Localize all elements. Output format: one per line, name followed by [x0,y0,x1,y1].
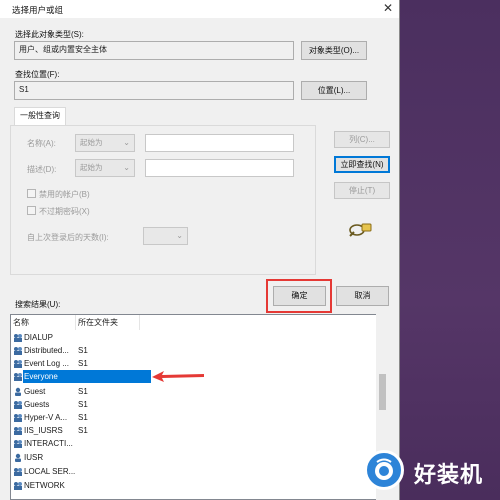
row-name: DIALUP [24,333,53,342]
row-name: Distributed... [24,346,69,355]
group-icon [14,360,22,368]
row-name: INTERACTI... [24,439,73,448]
row-name: NETWORK [24,481,65,490]
list-item[interactable]: Distributed... S1 [11,344,381,357]
row-folder: S1 [78,387,88,396]
columns-button[interactable]: 列(C)... [334,131,390,148]
row-folder: S1 [78,346,88,355]
search-people-icon [349,223,372,237]
group-icon [14,414,22,422]
chevron-down-icon: ⌄ [176,231,183,240]
location-label: 查找位置(F): [15,70,60,79]
annotation-arrow-icon [152,371,204,382]
location-field: S1 [14,81,294,100]
disabled-accounts-checkbox[interactable] [27,189,36,198]
watermark-logo: 好装机 [362,444,496,498]
row-folder: S1 [78,400,88,409]
row-name: LOCAL SER... [24,467,76,476]
days-since-logon-label: 自上次登录后的天数(I): [27,233,109,242]
close-button[interactable]: ✕ [380,1,396,17]
name-input[interactable] [145,134,294,152]
list-item[interactable]: Guests S1 [11,398,381,411]
group-icon [14,468,22,476]
list-item[interactable]: NETWORK [11,479,381,492]
user-icon [15,387,21,396]
list-item[interactable]: LOCAL SER... [11,465,381,478]
watermark-text: 好装机 [414,463,484,488]
search-results-list[interactable]: 名称 所在文件夹 DIALUP Distributed... S1 Event … [10,314,389,500]
group-icon [14,482,22,490]
desktop-background [399,0,500,500]
list-item[interactable]: IUSR [11,451,381,464]
days-since-logon-select[interactable]: ⌄ [143,227,188,245]
non-expiring-password-checkbox[interactable] [27,206,36,215]
row-name: IIS_IUSRS [24,426,63,435]
row-folder: S1 [78,426,88,435]
common-queries-panel: 名称(A): 起始为 ⌄ 描述(D): 起始为 ⌄ 禁用的帐户(B) 不过期密码… [10,125,316,275]
disabled-accounts-label: 禁用的帐户(B) [39,190,90,199]
list-item[interactable]: DIALUP [11,331,381,344]
search-results-label: 搜索结果(U): [15,300,61,309]
row-folder: S1 [78,413,88,422]
row-name: Hyper-V A... [24,413,68,422]
user-icon [15,453,21,462]
row-name: Event Log ... [24,359,69,368]
row-folder: S1 [78,359,88,368]
highlight-box [266,279,332,313]
locations-button[interactable]: 位置(L)... [301,81,367,100]
description-input[interactable] [145,159,294,177]
object-type-field: 用户、组或内置安全主体 [14,41,294,60]
stop-button[interactable]: 停止(T) [334,182,390,199]
chevron-down-icon: ⌄ [123,138,130,147]
description-label: 描述(D): [27,165,57,174]
row-name: IUSR [24,453,44,462]
column-header-folder[interactable]: 所在文件夹 [78,315,138,330]
object-types-button[interactable]: 对象类型(O)... [301,41,367,60]
chevron-down-icon: ⌄ [123,163,130,172]
name-label: 名称(A): [27,139,56,148]
tab-common-queries[interactable]: 一般性查询 [14,107,66,125]
scrollbar-thumb[interactable] [379,374,386,410]
list-item[interactable]: Guest S1 [11,385,381,398]
title-bar: 选择用户或组 ✕ [0,0,399,18]
non-expiring-password-label: 不过期密码(X) [39,207,90,216]
cancel-button[interactable]: 取消 [336,286,389,306]
name-mode-select[interactable]: 起始为 ⌄ [75,134,135,152]
column-separator[interactable] [139,315,140,330]
list-item[interactable]: Hyper-V A... S1 [11,411,381,424]
group-icon [14,440,22,448]
group-icon [14,401,22,409]
name-mode-value: 起始为 [80,138,103,147]
group-icon [14,427,22,435]
group-icon [14,334,22,342]
row-name: Guests [24,400,50,409]
find-now-button[interactable]: 立即查找(N) [334,156,390,173]
description-mode-select[interactable]: 起始为 ⌄ [75,159,135,177]
column-header-name[interactable]: 名称 [13,315,73,330]
select-users-dialog: 选择用户或组 ✕ 选择此对象类型(S): 用户、组或内置安全主体 对象类型(O)… [0,0,400,500]
list-item[interactable]: INTERACTI... [11,437,381,450]
column-separator[interactable] [75,315,76,330]
group-icon [14,347,22,355]
row-name: Guest [24,387,46,396]
window-title: 选择用户或组 [12,5,64,15]
list-item[interactable]: IIS_IUSRS S1 [11,424,381,437]
object-type-label: 选择此对象类型(S): [15,30,84,39]
row-name: Everyone [24,372,58,381]
logo-badge-icon [364,450,404,490]
description-mode-value: 起始为 [80,163,103,172]
group-icon [14,373,22,381]
